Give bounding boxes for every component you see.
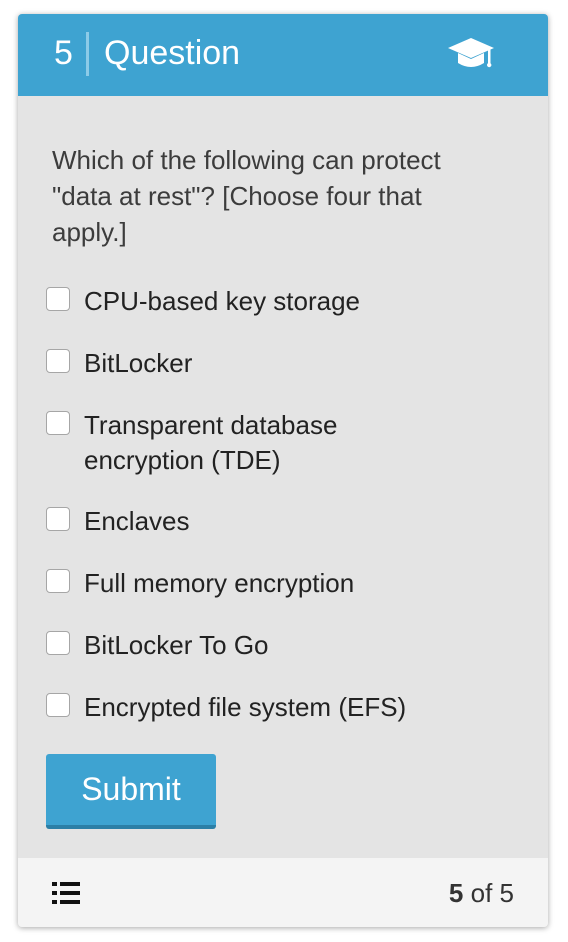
- question-header: 5 Question: [18, 14, 548, 96]
- question-number: 5: [54, 34, 73, 72]
- question-card: 5 Question Which of the following can pr…: [18, 14, 548, 927]
- of-text: of: [470, 878, 493, 908]
- option-label[interactable]: Enclaves: [84, 504, 504, 539]
- question-footer: 5 of 5: [18, 858, 548, 927]
- option-label[interactable]: Full memory encryption: [84, 566, 504, 601]
- option-checkbox[interactable]: [46, 287, 70, 311]
- option-checkbox[interactable]: [46, 411, 70, 435]
- option-checkbox[interactable]: [46, 507, 70, 531]
- list-icon[interactable]: [52, 881, 82, 905]
- option-checkbox[interactable]: [46, 569, 70, 593]
- question-prompt: Which of the following can protect "data…: [52, 145, 441, 247]
- option-label[interactable]: Transparent database encryption (TDE): [84, 408, 384, 478]
- option-label[interactable]: BitLocker: [84, 346, 504, 381]
- submit-button[interactable]: Submit: [46, 754, 216, 829]
- option-checkbox[interactable]: [46, 631, 70, 655]
- option-checkbox[interactable]: [46, 349, 70, 373]
- option-checkbox[interactable]: [46, 693, 70, 717]
- question-body: Which of the following can protect "data…: [18, 96, 548, 858]
- option-label[interactable]: Encrypted file system (EFS): [84, 690, 504, 725]
- question-title: Question: [104, 34, 241, 72]
- total-pages: 5: [499, 878, 514, 908]
- option-label[interactable]: CPU-based key storage: [84, 284, 504, 319]
- page-indicator: 5 of 5: [449, 876, 514, 910]
- current-page: 5: [448, 878, 464, 908]
- option-label[interactable]: BitLocker To Go: [84, 628, 504, 663]
- header-divider: [86, 32, 89, 76]
- graduation-cap-icon: [448, 38, 494, 68]
